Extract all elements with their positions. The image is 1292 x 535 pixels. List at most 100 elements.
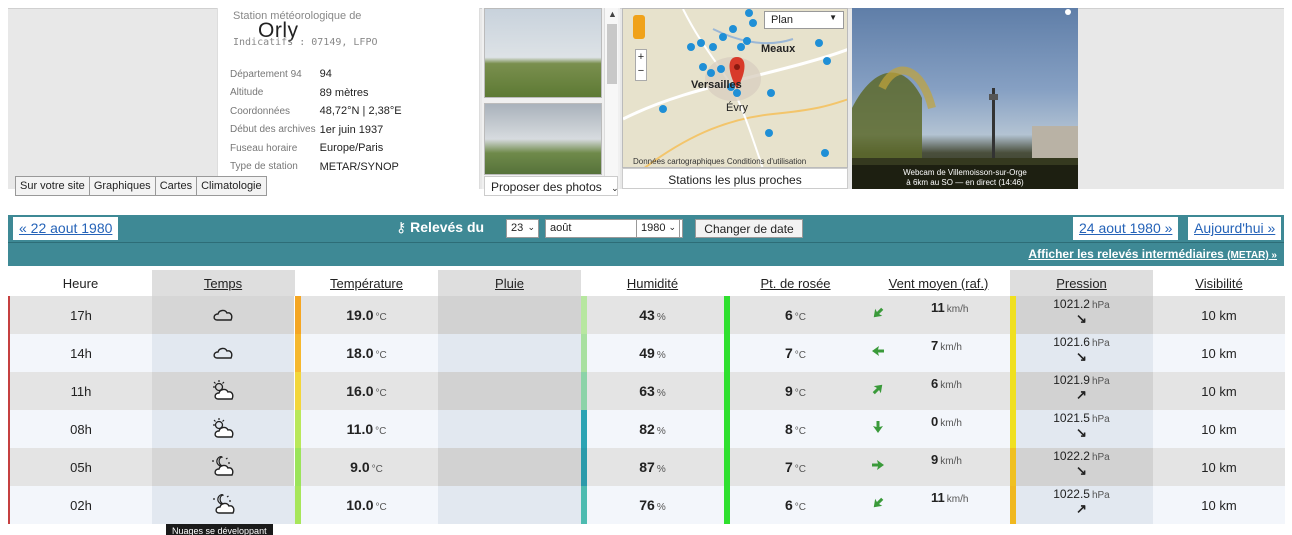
previous-day-link[interactable]: « 22 aout 1980 — [13, 217, 119, 240]
col-visibilite[interactable]: Visibilité — [1153, 270, 1285, 296]
cloud-icon[interactable] — [210, 303, 236, 325]
wind-unit: km/h — [940, 380, 962, 391]
cell-humidite: 87% — [581, 448, 724, 486]
map-label: Évry — [726, 102, 748, 114]
sun-cloud-icon[interactable] — [210, 379, 236, 401]
dewpoint-value: 7 — [784, 459, 793, 475]
cell-pression: 1021.5 hPa ↘ — [1010, 410, 1153, 448]
tab-cartes[interactable]: Cartes — [155, 177, 198, 195]
humidity-unit: % — [656, 388, 666, 399]
wind-arrow-icon — [872, 346, 884, 356]
info-key: Début des archives — [230, 124, 316, 136]
col-humidite[interactable]: Humidité — [581, 270, 724, 296]
temp-color-bar — [295, 296, 301, 334]
metar-link[interactable]: Afficher les relevés intermédiaires (MET… — [1028, 247, 1277, 261]
tab-graphiques[interactable]: Graphiques — [89, 177, 156, 195]
page: Station météorologique de Orly Indicatif… — [0, 0, 1292, 535]
sun-cloud-icon[interactable] — [210, 417, 236, 439]
col-pluie[interactable]: Pluie — [438, 270, 581, 296]
col-temperature[interactable]: Température — [295, 270, 438, 296]
humidity-color-bar — [581, 486, 587, 524]
cell-rosee: 6 °C — [724, 486, 867, 524]
change-date-button[interactable]: Changer de date — [695, 219, 803, 238]
today-link[interactable]: Aujourd'hui » — [1188, 217, 1282, 240]
moon-cloud-icon[interactable] — [210, 455, 236, 477]
map-attribution[interactable]: Données cartographiques Conditions d'uti… — [633, 157, 806, 166]
info-key: Altitude — [230, 87, 264, 99]
cell-pluie — [438, 410, 581, 448]
cell-temps[interactable] — [152, 334, 295, 372]
cell-temps[interactable] — [152, 448, 295, 486]
temp-unit: °C — [375, 502, 387, 513]
moon-cloud-icon[interactable] — [211, 493, 237, 515]
webcam-image[interactable]: Webcam de Villemoisson-sur-Orge à 6km au… — [852, 8, 1078, 189]
chevron-down-icon[interactable]: ⌄ — [611, 183, 619, 193]
cell-temps[interactable] — [152, 410, 295, 448]
station-photo[interactable] — [484, 103, 602, 175]
map-label: Meaux — [761, 43, 796, 55]
cell-visibilite: 10 km — [1153, 296, 1285, 334]
year-select[interactable]: 1980 ⌄ — [636, 219, 680, 238]
humidity-value: 87 — [639, 459, 655, 475]
cell-pluie — [438, 296, 581, 334]
col-pression[interactable]: Pression — [1010, 270, 1153, 296]
day-select[interactable]: 23 ⌄ — [506, 219, 539, 238]
tab-climatologie[interactable]: Climatologie — [197, 177, 266, 195]
pressure-number: 1021.6 — [1053, 335, 1090, 349]
cell-humidite: 49% — [581, 334, 724, 372]
info-row: Type de station METAR/SYNOP — [228, 158, 404, 177]
cell-temps[interactable] — [152, 296, 295, 334]
map-label: Versailles — [691, 79, 742, 91]
dewpoint-color-bar — [724, 334, 730, 372]
stations-map[interactable]: + − Meaux Versailles Évry Plan ▼ Données c… — [622, 8, 848, 168]
dewpoint-color-bar — [724, 448, 730, 486]
col-vent[interactable]: Vent moyen (raf.) — [867, 270, 1010, 296]
scroll-up-icon[interactable]: ▲ — [608, 9, 617, 19]
year-select-value: 1980 — [641, 222, 666, 234]
info-value: 89 mètres — [319, 86, 369, 99]
col-temps[interactable]: Temps — [152, 270, 295, 296]
pressure-value: 1021.6 hPa ↘ — [1010, 335, 1153, 364]
temp-value: 9.0 — [350, 459, 370, 475]
table-header-row: Heure Temps Température Pluie Humidité P… — [9, 270, 1285, 296]
temp-unit: °C — [375, 350, 387, 361]
col-rosee[interactable]: Pt. de rosée — [724, 270, 867, 296]
table-row: 14h 18.0 °C 49% 7 °C 7 km/h 1021.6 hPa ↘ 10 k… — [8, 334, 1285, 372]
temp-color-bar — [295, 410, 301, 448]
dewpoint-unit: °C — [794, 388, 807, 399]
key-icon: ⚷ — [396, 219, 407, 235]
wind-unit: km/h — [940, 418, 962, 429]
station-panel: Station météorologique de Orly Indicatif… — [217, 8, 480, 189]
map-type-select[interactable]: Plan ▼ — [764, 11, 844, 29]
map-zoom-control[interactable]: + − — [635, 49, 647, 81]
pressure-trend-icon: ↘ — [1076, 425, 1087, 440]
cell-temps[interactable] — [152, 372, 295, 410]
station-photo[interactable] — [484, 8, 602, 98]
metar-link-suffix: (METAR) » — [1227, 250, 1277, 261]
map-caption[interactable]: Stations les plus proches — [622, 168, 848, 189]
cell-temps[interactable] — [152, 486, 295, 524]
cell-visibilite: 10 km — [1153, 448, 1285, 486]
wind-arrow-icon — [873, 421, 883, 433]
cell-temperature: 19.0 °C — [295, 296, 438, 334]
cell-humidite: 63% — [581, 372, 724, 410]
wind-arrow-icon — [873, 497, 884, 508]
cell-heure: 14h — [8, 334, 152, 372]
wind-value: 11 km/h — [931, 300, 968, 315]
dewpoint-unit: °C — [794, 312, 807, 323]
cell-pluie — [438, 334, 581, 372]
next-day-link[interactable]: 24 aout 1980 » — [1073, 217, 1179, 240]
humidity-color-bar — [581, 410, 587, 448]
pressure-number: 1021.5 — [1053, 411, 1090, 425]
observations-body: 17h 19.0 °C 43% 6 °C 11 km/h 1021.2 hPa ↘ 10 … — [8, 296, 1285, 524]
cloud-icon[interactable] — [210, 341, 236, 363]
cell-rosee: 6 °C — [724, 296, 867, 334]
tab-sur-votre-site[interactable]: Sur votre site — [16, 177, 90, 195]
scroll-thumb[interactable] — [607, 24, 617, 84]
cell-humidite: 43% — [581, 296, 724, 334]
pressure-value: 1021.9 hPa ↗ — [1010, 373, 1153, 402]
wind-value: 6 km/h — [931, 376, 962, 391]
photo-scrollbar[interactable]: ▲ — [604, 8, 618, 176]
propose-photos-link[interactable]: Proposer des photos ⌄ — [484, 176, 619, 196]
temp-color-bar — [295, 448, 301, 486]
